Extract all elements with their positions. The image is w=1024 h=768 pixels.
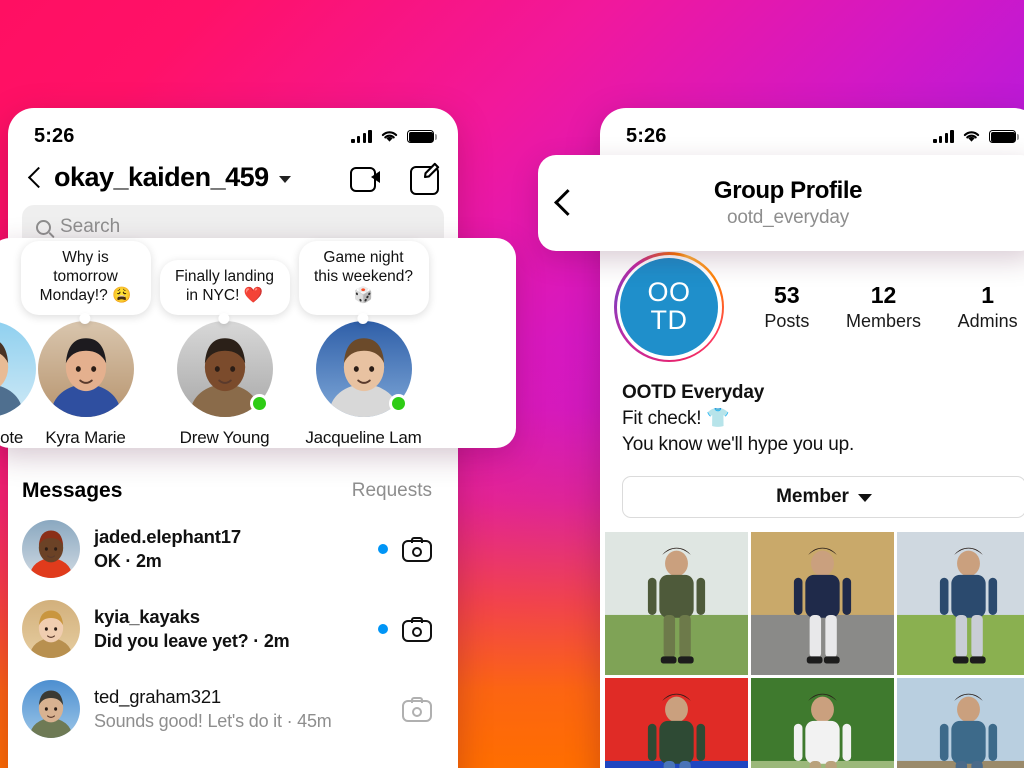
grid-photo[interactable]	[605, 531, 748, 675]
group-display-name: OOTD Everyday	[622, 382, 765, 403]
avatar[interactable]	[22, 680, 80, 738]
camera-icon[interactable]	[402, 616, 432, 642]
stat-item[interactable]: 53 Posts	[764, 282, 809, 332]
dm-header: okay_kaiden_459	[8, 156, 458, 205]
search-icon	[36, 219, 51, 235]
status-icons	[351, 129, 438, 143]
dm-username[interactable]: okay_kaiden_459	[54, 162, 269, 193]
notes-carousel-card: + Your noteWhy is tomorrow Monday!? 😩 Ky…	[0, 238, 516, 448]
avatar-line-1: OO	[647, 277, 691, 308]
group-header-titles: Group Profile ootd_everyday	[592, 177, 1024, 229]
wifi-icon	[963, 131, 980, 142]
member-button[interactable]: Member	[622, 475, 1024, 518]
avatar[interactable]	[22, 520, 80, 578]
group-stats: 53 Posts 12 Members 1 Admins	[724, 282, 1024, 332]
note-item[interactable]: Finally landing in NYC! ❤️ Drew Young	[155, 260, 294, 448]
avatar-line-2: TD	[650, 305, 688, 335]
note-author-name: Jacqueline Lam	[305, 428, 422, 447]
message-text: jaded.elephant17 OK · 2m	[94, 526, 364, 572]
battery-icon	[989, 129, 1020, 143]
grid-photo[interactable]	[897, 677, 1024, 768]
note-item[interactable]: Game night this weekend? 🎲 Jacqueline La…	[294, 241, 433, 448]
status-time: 5:26	[626, 124, 667, 147]
wifi-icon	[381, 131, 398, 142]
message-preview: OK · 2m	[94, 551, 162, 571]
search-placeholder: Search	[60, 216, 121, 237]
messages-list: jaded.elephant17 OK · 2m kyia_kayaks Did…	[8, 509, 458, 749]
avatar-image	[37, 321, 134, 417]
signal-bars-icon	[351, 129, 372, 143]
avatar[interactable]	[176, 321, 273, 417]
signal-bars-icon	[933, 129, 954, 143]
message-text: ted_graham321 Sounds good! Let's do it ·…	[94, 686, 364, 732]
chevron-down-icon[interactable]	[278, 176, 291, 183]
message-row[interactable]: jaded.elephant17 OK · 2m	[8, 509, 458, 589]
status-time: 5:26	[34, 124, 75, 147]
note-bubble[interactable]: Finally landing in NYC! ❤️	[159, 260, 290, 315]
online-status-dot	[388, 394, 408, 413]
note-bubble[interactable]: Game night this weekend? 🎲	[298, 241, 429, 315]
stat-number: 12	[870, 282, 897, 308]
page-subtitle: ootd_everyday	[726, 207, 850, 228]
message-text: kyia_kayaks Did you leave yet? · 2m	[94, 606, 364, 652]
stat-label: Members	[845, 311, 921, 331]
stat-label: Posts	[764, 311, 810, 331]
stat-number: 1	[981, 282, 995, 308]
group-bio: OOTD Everyday Fit check! 👕 You know we'l…	[600, 362, 1024, 459]
right-status-bar: 5:26	[600, 108, 1024, 156]
stat-label: Admins	[957, 311, 1018, 331]
stat-number: 53	[774, 282, 800, 308]
stat-item[interactable]: 12 Members	[846, 282, 921, 332]
compose-icon[interactable]	[410, 162, 440, 195]
camera-icon[interactable]	[402, 696, 432, 722]
bio-line-3: You know we'll hype you up.	[622, 434, 855, 456]
left-status-bar: 5:26	[8, 108, 458, 156]
page-title: Group Profile	[713, 177, 863, 204]
message-username: jaded.elephant17	[94, 526, 241, 547]
note-author-name: Drew Young	[179, 428, 270, 447]
note-item[interactable]: Why is tomorrow Monday!? 😩 Kyra Marie	[16, 241, 155, 448]
avatar[interactable]	[22, 600, 80, 658]
grid-photo[interactable]	[751, 531, 894, 675]
camera-icon[interactable]	[402, 536, 432, 562]
note-bubble[interactable]: Why is tomorrow Monday!? 😩	[20, 241, 151, 315]
video-camera-icon[interactable]	[350, 167, 380, 192]
avatar[interactable]	[315, 321, 412, 417]
group-photo-grid	[600, 531, 1024, 768]
note-item[interactable]: + Your note	[0, 321, 36, 448]
member-button-label: Member	[776, 485, 849, 507]
stat-item[interactable]: 1 Admins	[958, 282, 1018, 332]
back-button[interactable]	[22, 165, 48, 191]
group-avatar[interactable]: OO TD	[620, 258, 718, 356]
story-ring[interactable]: OO TD	[614, 252, 724, 362]
group-profile-header-card: Group Profile ootd_everyday	[538, 155, 1024, 251]
requests-link[interactable]: Requests	[352, 480, 432, 502]
unread-dot	[378, 544, 388, 554]
notes-row: + Your noteWhy is tomorrow Monday!? 😩 Ky…	[0, 241, 516, 448]
message-preview: Sounds good! Let's do it · 45m	[94, 711, 332, 731]
avatar[interactable]	[37, 321, 134, 417]
message-row[interactable]: kyia_kayaks Did you leave yet? · 2m	[8, 589, 458, 669]
battery-icon	[407, 129, 438, 143]
online-status-dot	[249, 394, 269, 413]
messages-title: Messages	[22, 479, 123, 502]
grid-photo[interactable]	[751, 677, 894, 768]
message-row[interactable]: ted_graham321 Sounds good! Let's do it ·…	[8, 669, 458, 749]
status-icons	[933, 129, 1020, 143]
bio-line-2: Fit check! 👕	[622, 408, 730, 430]
message-username: kyia_kayaks	[94, 606, 200, 627]
note-author-name: Kyra Marie	[45, 428, 126, 447]
messages-header: Messages Requests	[8, 461, 458, 509]
grid-photo[interactable]	[897, 531, 1024, 675]
chevron-down-icon	[857, 494, 872, 503]
message-username: ted_graham321	[94, 686, 221, 707]
message-preview: Did you leave yet? · 2m	[94, 631, 290, 651]
unread-dot	[378, 624, 388, 634]
grid-photo[interactable]	[605, 677, 748, 768]
back-button[interactable]	[538, 155, 592, 251]
screenshot-stage: 5:26 okay_kaiden_459 Search Messages Req…	[0, 0, 1024, 768]
